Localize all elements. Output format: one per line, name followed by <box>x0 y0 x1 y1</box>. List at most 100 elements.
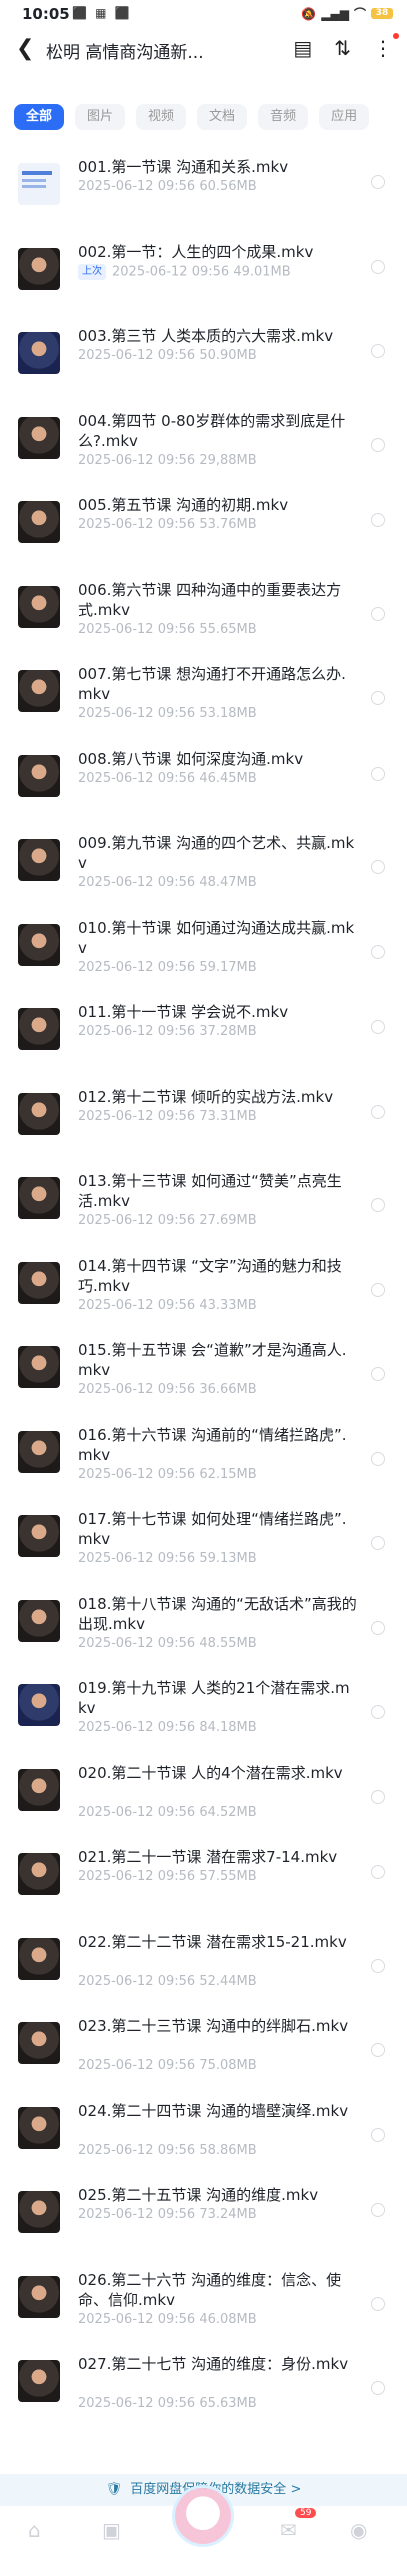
file-row[interactable]: 007.第七节课 想沟通打不开通路怎么办.mkv 2025-06-12 09:56… <box>0 655 407 740</box>
select-radio[interactable] <box>371 1367 385 1381</box>
file-row[interactable]: 002.第一节：人生的四个成果.mkv 上次 2025-06-12 09:56 49… <box>0 233 407 318</box>
select-radio[interactable] <box>371 513 385 527</box>
select-radio[interactable] <box>371 1865 385 1879</box>
select-radio[interactable] <box>371 1789 385 1804</box>
file-name: 023.第二十三节课 沟通中的绊脚石.mkv <box>78 2017 349 2035</box>
file-date: 2025-06-12 <box>78 959 154 975</box>
file-name: 017.第十七节课 如何处理“情绪拦路虎”.mkv <box>78 1510 347 1548</box>
file-time: 09:56 <box>157 770 196 786</box>
file-name: 016.第十六节课 沟通前的“情绪拦路虎”.mkv <box>78 1425 347 1464</box>
select-radio[interactable] <box>371 1282 385 1297</box>
file-time: 09:56 <box>157 1213 196 1228</box>
file-name: 020.第二十节课 人的4个潜在需求.mkv <box>78 1763 343 1782</box>
select-radio[interactable] <box>371 606 385 621</box>
select-radio[interactable] <box>371 344 385 358</box>
file-row[interactable]: 016.第十六节课 沟通前的“情绪拦路虎”.mkv 2025-06-12 09:5… <box>0 1416 407 1501</box>
file-row[interactable]: 006.第六节课 四种沟通中的重要表达方式.mkv 2025-06-12 09:5… <box>0 571 407 656</box>
select-radio[interactable] <box>371 1451 385 1466</box>
file-row[interactable]: 001.第一节课 沟通和关系.mkv 2025-06-12 09:56 60.56… <box>0 148 407 233</box>
file-row[interactable]: 018.第十八节课 沟通的“无敌话术”高我的出现.mkv 2025-06-12 0… <box>0 1585 407 1670</box>
tab-3[interactable]: 文档 <box>197 104 248 130</box>
file-row[interactable]: 004.第四节 0-80岁群体的需求到底是什么?.mkv 2025-06-12 0… <box>0 402 407 487</box>
file-size: 59.13MB <box>199 1551 257 1566</box>
back-icon[interactable]: ❮ <box>16 36 34 61</box>
file-time: 09:56 <box>157 2311 196 2327</box>
file-name: 019.第十九节课 人类的21个潜在需求.mkv <box>78 1679 350 1717</box>
select-radio[interactable] <box>371 1104 385 1119</box>
file-time: 09:56 <box>157 1382 196 1397</box>
tab-0[interactable]: 全部 <box>14 104 65 130</box>
file-row[interactable]: 009.第九节课 沟通的四个艺术、共赢.mkv 2025-06-12 09:56 … <box>0 824 407 909</box>
status-bar: 10:05 ⬛ ▦ ⬛ 🔕 ▂▄▆ ⌒ 38 <box>0 0 407 26</box>
tab-5[interactable]: 应用 <box>319 104 370 130</box>
file-row[interactable]: 017.第十七节课 如何处理“情绪拦路虎”.mkv 2025-06-12 09:5… <box>0 1500 407 1585</box>
sort-icon[interactable]: ⇅ <box>334 36 351 60</box>
select-radio[interactable] <box>371 1536 385 1550</box>
files-icon[interactable]: ▣ <box>102 2518 121 2542</box>
select-radio[interactable] <box>371 1198 385 1212</box>
file-row[interactable]: 024.第二十四节课 沟通的墙壁演绎.mkv 2025-06-12 09:56 5… <box>0 2092 407 2177</box>
file-time: 09:56 <box>157 1804 196 1820</box>
file-row[interactable]: 015.第十五节课 会“道歉”才是沟通高人.mkv 2025-06-12 09:5… <box>0 1331 407 1416</box>
select-radio[interactable] <box>371 766 385 781</box>
file-row[interactable]: 023.第二十三节课 沟通中的绊脚石.mkv 2025-06-12 09:56 7… <box>0 2007 407 2092</box>
file-row[interactable]: 011.第十一节课 学会说不.mkv 2025-06-12 09:56 37.28… <box>0 993 407 1078</box>
file-time: 09:56 <box>191 264 230 279</box>
select-radio[interactable] <box>371 860 385 874</box>
file-row[interactable]: 020.第二十节课 人的4个潜在需求.mkv 2025-06-12 09:56 6… <box>0 1754 407 1839</box>
message-icon[interactable]: ✉ <box>280 2518 297 2542</box>
file-row[interactable]: 019.第十九节课 人类的21个潜在需求.mkv 2025-06-12 09:56… <box>0 1669 407 1754</box>
file-row[interactable]: 021.第二十一节课 潜在需求7-14.mkv 2025-06-12 09:56 … <box>0 1838 407 1923</box>
file-row[interactable]: 008.第八节课 如何深度沟通.mkv 2025-06-12 09:56 46.4… <box>0 740 407 825</box>
select-radio[interactable] <box>371 2381 385 2395</box>
file-row[interactable]: 012.第十二节课 倾听的实战方法.mkv 2025-06-12 09:56 73… <box>0 1078 407 1163</box>
tab-1[interactable]: 图片 <box>75 104 126 130</box>
file-name: 003.第三节 人类本质的六大需求.mkv <box>78 327 334 345</box>
file-meta: 2025-06-12 09:56 29,88MB <box>78 453 257 468</box>
file-time: 09:56 <box>157 2058 196 2073</box>
file-name: 006.第六节课 四种沟通中的重要表达方式.mkv <box>78 580 342 619</box>
file-row[interactable]: 014.第十四节课 “文字”沟通的魅力和技巧.mkv 2025-06-12 09:… <box>0 1247 407 1332</box>
tab-2[interactable]: 视频 <box>136 104 187 130</box>
select-radio[interactable] <box>371 2296 385 2311</box>
more-icon[interactable]: ⋮ <box>373 33 399 60</box>
select-radio[interactable] <box>371 691 385 705</box>
video-thumbnail <box>18 2106 60 2149</box>
select-radio[interactable] <box>371 1620 385 1635</box>
tab-4[interactable]: 音频 <box>258 104 309 130</box>
file-row[interactable]: 013.第十三节课 如何通过“赞美”点亮生活.mkv 2025-06-12 09:… <box>0 1162 407 1247</box>
file-row[interactable]: 010.第十节课 如何通过沟通达成共赢.mkv 2025-06-12 09:56 … <box>0 909 407 994</box>
select-radio[interactable] <box>371 2043 385 2057</box>
file-row[interactable]: 025.第二十五节课 沟通的维度.mkv 2025-06-12 09:56 73.… <box>0 2176 407 2261</box>
file-time: 09:56 <box>157 1466 196 1482</box>
file-meta: 2025-06-12 09:56 59.17MB <box>78 960 257 975</box>
select-radio[interactable] <box>371 2203 385 2217</box>
file-meta: 2025-06-12 09:56 57.55MB <box>78 1869 257 1884</box>
file-meta: 2025-06-12 09:56 48.47MB <box>78 875 257 890</box>
video-thumbnail <box>18 163 60 205</box>
select-radio[interactable] <box>371 437 385 452</box>
home-icon[interactable]: ⌂ <box>28 2518 41 2542</box>
file-meta: 上次 2025-06-12 09:56 49.01MB <box>78 263 291 280</box>
select-radio[interactable] <box>371 175 385 189</box>
video-thumbnail <box>18 1937 60 1980</box>
profile-icon[interactable]: ◉ <box>350 2518 367 2542</box>
file-meta: 2025-06-12 09:56 60.56MB <box>78 179 257 194</box>
select-radio[interactable] <box>371 259 385 274</box>
mascot-avatar[interactable] <box>175 2488 231 2544</box>
file-name: 005.第五节课 沟通的初期.mkv <box>78 496 289 514</box>
archive-icon[interactable]: ▤ <box>293 36 312 60</box>
file-row[interactable]: 005.第五节课 沟通的初期.mkv 2025-06-12 09:56 53.76… <box>0 486 407 571</box>
select-radio[interactable] <box>371 1705 385 1719</box>
file-row[interactable]: 026.第二十六节 沟通的维度：信念、使命、信仰.mkv 2025-06-12 0… <box>0 2261 407 2346</box>
file-size: 27.69MB <box>199 1213 257 1228</box>
file-row[interactable]: 027.第二十七节 沟通的维度：身份.mkv 2025-06-12 09:56 6… <box>0 2345 407 2430</box>
select-radio[interactable] <box>371 1020 385 1034</box>
select-radio[interactable] <box>371 944 385 959</box>
file-row[interactable]: 022.第二十二节课 潜在需求15-21.mkv 2025-06-12 09:56… <box>0 1923 407 2008</box>
select-radio[interactable] <box>371 2127 385 2142</box>
file-row[interactable]: 003.第三节 人类本质的六大需求.mkv 2025-06-12 09:56 50… <box>0 317 407 402</box>
file-time: 09:56 <box>157 875 196 890</box>
select-radio[interactable] <box>371 1958 385 1973</box>
file-size: 29,88MB <box>199 452 257 468</box>
